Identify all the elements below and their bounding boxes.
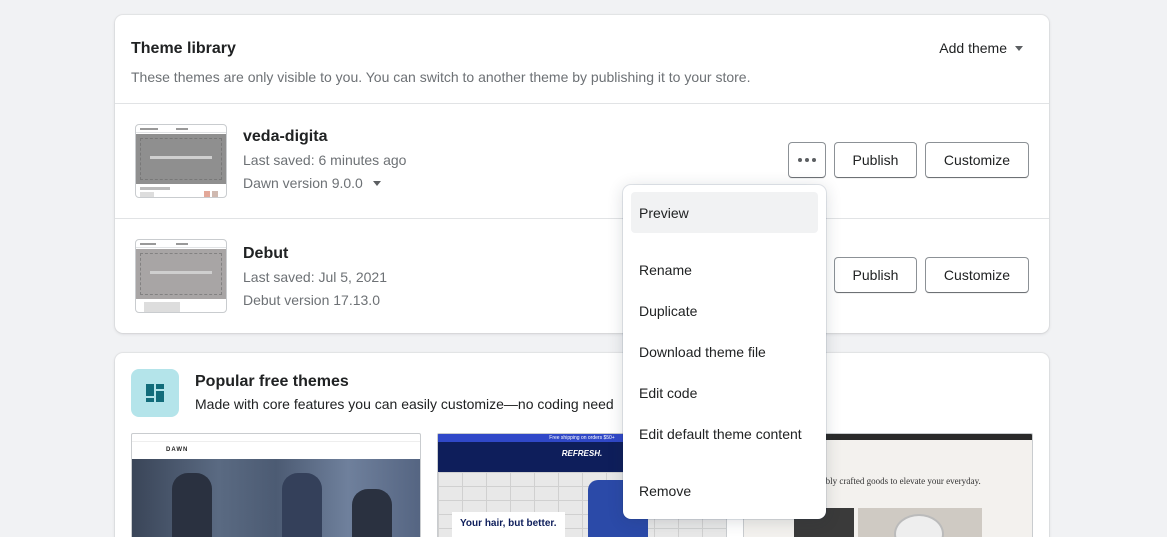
theme-library-card: Theme library Add theme These themes are… bbox=[115, 15, 1049, 333]
popular-themes-card: Popular free themes Made with core featu… bbox=[115, 353, 1049, 537]
customize-button[interactable]: Customize bbox=[925, 142, 1029, 178]
theme-thumbnail bbox=[135, 239, 227, 313]
theme-library-description: These themes are only visible to you. Yo… bbox=[131, 69, 751, 85]
layout-icon bbox=[131, 369, 179, 417]
menu-item-duplicate[interactable]: Duplicate bbox=[631, 290, 818, 331]
theme-actions-menu: Preview Rename Duplicate Download theme … bbox=[623, 185, 826, 519]
preview-hero-text: Your hair, but better. bbox=[452, 512, 565, 537]
theme-name: Debut bbox=[243, 245, 289, 262]
dot bbox=[805, 158, 809, 162]
menu-item-preview[interactable]: Preview bbox=[631, 192, 818, 233]
menu-item-remove[interactable]: Remove bbox=[631, 470, 818, 511]
add-theme-button[interactable]: Add theme bbox=[939, 40, 1023, 56]
menu-item-edit-code[interactable]: Edit code bbox=[631, 372, 818, 413]
preview-image bbox=[132, 459, 420, 537]
theme-name: veda-digita bbox=[243, 128, 328, 145]
theme-version-dropdown[interactable]: Dawn version 9.0.0 bbox=[243, 175, 381, 191]
menu-item-download-theme-file[interactable]: Download theme file bbox=[631, 331, 818, 372]
theme-version: Dawn version 9.0.0 bbox=[243, 175, 363, 191]
theme-last-saved: Last saved: Jul 5, 2021 bbox=[243, 269, 387, 285]
preview-announcement bbox=[132, 434, 420, 442]
caret-down-icon bbox=[372, 180, 381, 186]
popular-themes-title: Popular free themes bbox=[195, 373, 349, 390]
popular-themes-description: Made with core features you can easily c… bbox=[195, 396, 614, 412]
more-actions-button[interactable] bbox=[788, 142, 826, 178]
theme-preview-dawn[interactable]: DAWN bbox=[131, 433, 421, 537]
theme-row-debut: Debut Last saved: Jul 5, 2021 Debut vers… bbox=[115, 219, 1049, 333]
menu-item-rename[interactable]: Rename bbox=[631, 249, 818, 290]
publish-button[interactable]: Publish bbox=[834, 257, 917, 293]
dot bbox=[798, 158, 802, 162]
theme-version: Debut version 17.13.0 bbox=[243, 292, 380, 308]
customize-button[interactable]: Customize bbox=[925, 257, 1029, 293]
theme-thumbnail bbox=[135, 124, 227, 198]
preview-logo: DAWN bbox=[166, 447, 189, 453]
dot bbox=[812, 158, 816, 162]
theme-last-saved: Last saved: 6 minutes ago bbox=[243, 152, 407, 168]
publish-button[interactable]: Publish bbox=[834, 142, 917, 178]
add-theme-label: Add theme bbox=[939, 40, 1007, 56]
caret-down-icon bbox=[1015, 45, 1023, 51]
theme-row-veda-digita: veda-digita Last saved: 6 minutes ago Da… bbox=[115, 104, 1049, 218]
menu-item-edit-default-theme-content[interactable]: Edit default theme content bbox=[631, 413, 818, 454]
theme-library-title: Theme library bbox=[131, 40, 236, 57]
